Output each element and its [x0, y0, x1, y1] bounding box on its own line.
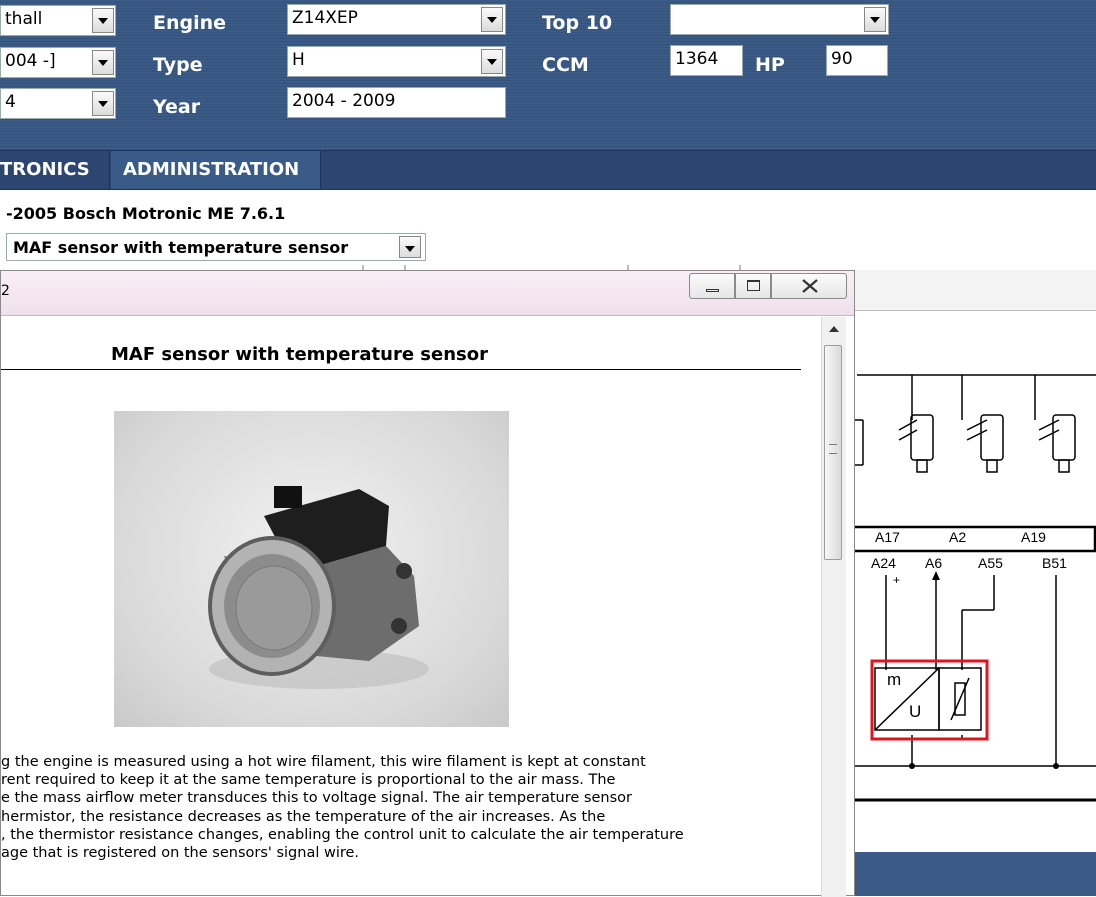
close-button[interactable]: [771, 273, 847, 299]
top10-label: Top 10: [542, 12, 613, 34]
description-text: g the engine is measured using a hot wir…: [1, 753, 811, 862]
hp-field[interactable]: 90: [826, 45, 888, 76]
pin-label: A2: [949, 529, 967, 545]
maximize-icon: [747, 280, 760, 291]
description-line: rent required to keep it at the same tem…: [1, 772, 616, 789]
ccm-label: CCM: [542, 54, 589, 76]
chevron-down-icon[interactable]: [481, 7, 503, 32]
variant-select[interactable]: 4: [0, 88, 116, 119]
maf-sensor-image: [208, 486, 429, 689]
ccm-field-value: 1364: [675, 49, 719, 69]
chevron-down-icon[interactable]: [92, 91, 114, 116]
dialog-title: 2: [1, 283, 10, 299]
minimize-icon: [706, 289, 719, 292]
sensor-m-label: m: [887, 670, 902, 689]
scrollbar-thumb[interactable]: [824, 345, 842, 560]
make-select-value: thall: [5, 9, 43, 29]
chevron-down-icon[interactable]: [92, 8, 114, 33]
maximize-button[interactable]: [735, 273, 771, 299]
tab-administration[interactable]: ADMINISTRATION: [111, 151, 321, 189]
description-line: hermistor, the resistance decreases as t…: [1, 808, 606, 825]
year-field-value: 2004 - 2009: [292, 91, 396, 111]
description-line: e the mass airflow meter transduces this…: [1, 790, 632, 807]
description-line: g the engine is measured using a hot wir…: [1, 754, 646, 770]
pin-label: B51: [1042, 555, 1067, 571]
tab-electronics[interactable]: TRONICS: [0, 151, 110, 189]
type-select-value: H: [292, 50, 305, 70]
chevron-down-icon[interactable]: [92, 50, 114, 75]
pin-label: A19: [1021, 529, 1046, 545]
description-line: age that is registered on the sensors' s…: [1, 844, 360, 861]
vertical-scrollbar[interactable]: [821, 317, 846, 897]
component-info-dialog: 2 MAF sensor with temperature sensor g t…: [0, 270, 855, 897]
close-icon: [802, 279, 818, 293]
chevron-down-icon[interactable]: [481, 49, 503, 74]
chevron-down-icon[interactable]: [399, 236, 421, 258]
engine-select[interactable]: Z14XEP: [287, 4, 506, 35]
variant-select-value: 4: [5, 92, 16, 112]
model-select-value: 004 -]: [5, 51, 56, 71]
maf-sensor-photo: [114, 411, 509, 727]
engine-select-value: Z14XEP: [292, 8, 358, 28]
wiring-diagram: [849, 374, 1096, 802]
top10-select[interactable]: [670, 4, 889, 35]
year-label: Year: [153, 96, 201, 118]
type-select[interactable]: H: [287, 46, 506, 77]
injector-icon: [898, 414, 934, 473]
component-select-value: MAF sensor with temperature sensor: [13, 238, 349, 257]
hp-label: HP: [755, 54, 785, 76]
minimize-button[interactable]: [689, 273, 735, 299]
year-field[interactable]: 2004 - 2009: [287, 87, 506, 118]
type-label: Type: [153, 54, 203, 76]
description-line: , the thermistor resistance changes, ena…: [1, 826, 684, 843]
pin-label: A6: [925, 555, 943, 571]
pin-label: A55: [978, 555, 1003, 571]
vehicle-selection-header: thall 004 -] 4 Engine Type Year Z14XEP H…: [0, 0, 1096, 150]
scroll-up-icon[interactable]: [823, 319, 845, 339]
make-select[interactable]: thall: [0, 5, 116, 36]
pin-label: A24: [871, 555, 896, 571]
component-select[interactable]: MAF sensor with temperature sensor: [6, 233, 426, 261]
hp-field-value: 90: [831, 49, 853, 69]
plus-sign: +: [893, 573, 901, 587]
pin-label: A17: [875, 529, 900, 545]
dialog-titlebar[interactable]: 2: [1, 271, 854, 316]
model-select[interactable]: 004 -]: [0, 47, 116, 78]
main-navigation: TRONICS ADMINISTRATION: [0, 150, 1096, 190]
heading-divider: [1, 369, 801, 370]
grip-icon: [829, 444, 837, 454]
ccm-field[interactable]: 1364: [670, 45, 743, 76]
sensor-u-label: U: [909, 702, 922, 721]
system-title: -2005 Bosch Motronic ME 7.6.1: [6, 204, 286, 223]
engine-label: Engine: [153, 12, 227, 34]
dialog-heading: MAF sensor with temperature sensor: [111, 344, 488, 365]
chevron-down-icon[interactable]: [864, 7, 886, 32]
footer-bar: [849, 852, 1096, 896]
wiring-diagram-panel: A17 A2 A19 A24 A6 A55 B51 + m U: [848, 270, 1096, 896]
